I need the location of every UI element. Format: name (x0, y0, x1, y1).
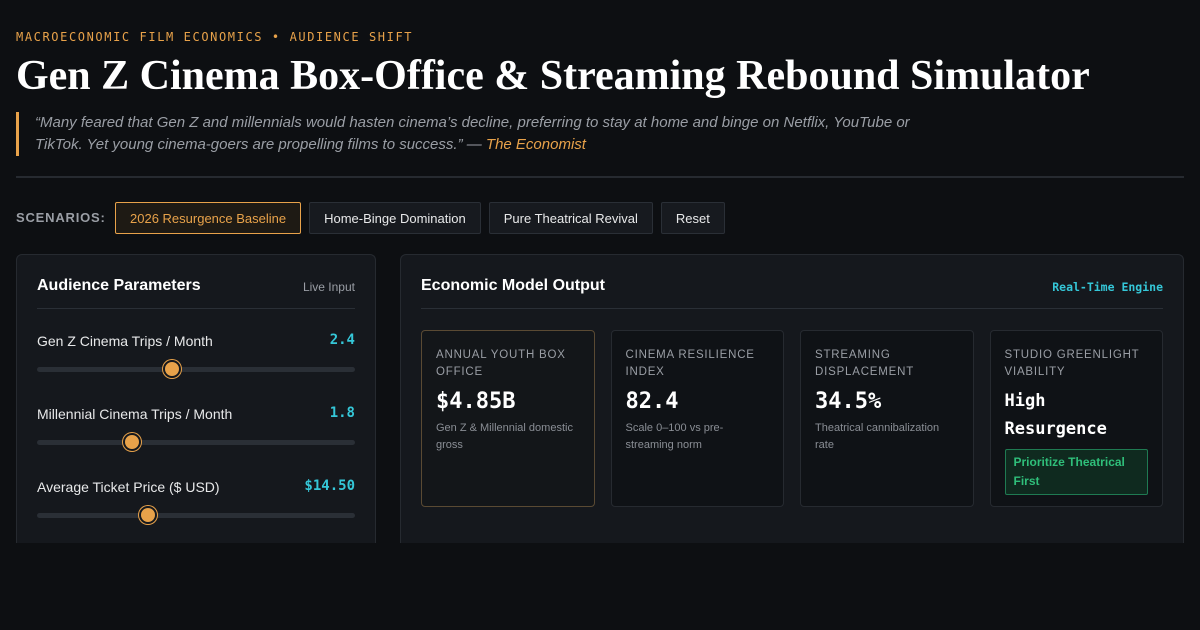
scenario-button-group: 2026 Resurgence Baseline Home-Binge Domi… (115, 202, 725, 234)
card-description: Scale 0–100 vs pre-streaming norm (625, 422, 724, 451)
recommendation-badge: Prioritize Theatrical First (1004, 449, 1148, 495)
ticket-price-value: $14.50 (304, 478, 355, 494)
cinema-resilience-card: Cinema Resilience Index 82.4 Scale 0–100… (610, 330, 784, 507)
ticket-price-slider[interactable] (37, 506, 355, 524)
card-label: Studio Greenlight Viability (1004, 349, 1140, 378)
card-label: Streaming Displacement (815, 349, 915, 378)
output-cards: Annual Youth Box Office $4.85B Gen Z & M… (421, 330, 1163, 507)
card-label: Cinema Resilience Index (625, 349, 755, 378)
genz-trips-control: Gen Z Cinema Trips / Month 2.4 (37, 332, 355, 383)
card-value: High Resurgence (1004, 391, 1107, 439)
header-divider (16, 176, 1184, 178)
scenario-home-binge-button[interactable]: Home-Binge Domination (309, 202, 481, 234)
parameters-panel-title: Audience Parameters (37, 277, 201, 294)
economist-quote: “Many feared that Gen Z and millennials … (16, 112, 916, 156)
scenario-resurgence-baseline-button[interactable]: 2026 Resurgence Baseline (115, 202, 302, 234)
scenarios-label: SCENARIOS: (16, 210, 106, 225)
card-value: 82.4 (625, 389, 679, 414)
card-label: Annual Youth Box Office (436, 349, 566, 378)
scenario-theatrical-revival-button[interactable]: Pure Theatrical Revival (488, 202, 653, 234)
economic-model-output-panel: Economic Model Output Real-Time Engine A… (400, 254, 1184, 543)
card-value: $4.85B (436, 389, 516, 414)
ticket-price-label: Average Ticket Price ($ USD) (37, 479, 220, 495)
millennial-trips-label: Millennial Cinema Trips / Month (37, 406, 233, 422)
card-description: Gen Z & Millennial domestic gross (436, 422, 573, 451)
card-description: Theatrical cannibalization rate (815, 422, 940, 451)
ticket-price-control: Average Ticket Price ($ USD) $14.50 (37, 478, 355, 529)
genz-trips-slider-thumb[interactable] (163, 360, 182, 378)
parameters-panel-header: Audience Parameters Live Input (37, 277, 355, 309)
output-panel-title: Economic Model Output (421, 277, 605, 294)
live-input-tag: Live Input (302, 280, 355, 294)
streaming-displacement-card: Streaming Displacement 34.5% Theatrical … (800, 330, 974, 507)
audience-parameters-panel: Audience Parameters Live Input Gen Z Cin… (16, 254, 376, 543)
quote-text: “Many feared that Gen Z and millennials … (35, 114, 910, 153)
millennial-trips-slider-thumb[interactable] (123, 433, 142, 451)
youth-box-office-card: Annual Youth Box Office $4.85B Gen Z & M… (421, 330, 595, 507)
page-title: Gen Z Cinema Box-Office & Streaming Rebo… (16, 53, 1090, 99)
real-time-engine-tag: Real-Time Engine (1052, 280, 1163, 294)
millennial-trips-slider[interactable] (37, 433, 355, 451)
greenlight-viability-card: Studio Greenlight Viability High Resurge… (989, 330, 1163, 507)
ticket-price-slider-thumb[interactable] (139, 506, 158, 524)
card-value: 34.5% (815, 389, 882, 414)
output-panel-header: Economic Model Output Real-Time Engine (421, 277, 1163, 309)
genz-trips-value: 2.4 (329, 332, 355, 348)
reset-button[interactable]: Reset (660, 202, 725, 234)
genz-trips-slider[interactable] (37, 360, 355, 378)
millennial-trips-value: 1.8 (329, 405, 355, 421)
page-kicker: MACROECONOMIC FILM ECONOMICS • AUDIENCE … (16, 30, 414, 44)
genz-trips-label: Gen Z Cinema Trips / Month (37, 333, 213, 349)
millennial-trips-control: Millennial Cinema Trips / Month 1.8 (37, 405, 355, 456)
quote-source: The Economist (485, 136, 586, 153)
